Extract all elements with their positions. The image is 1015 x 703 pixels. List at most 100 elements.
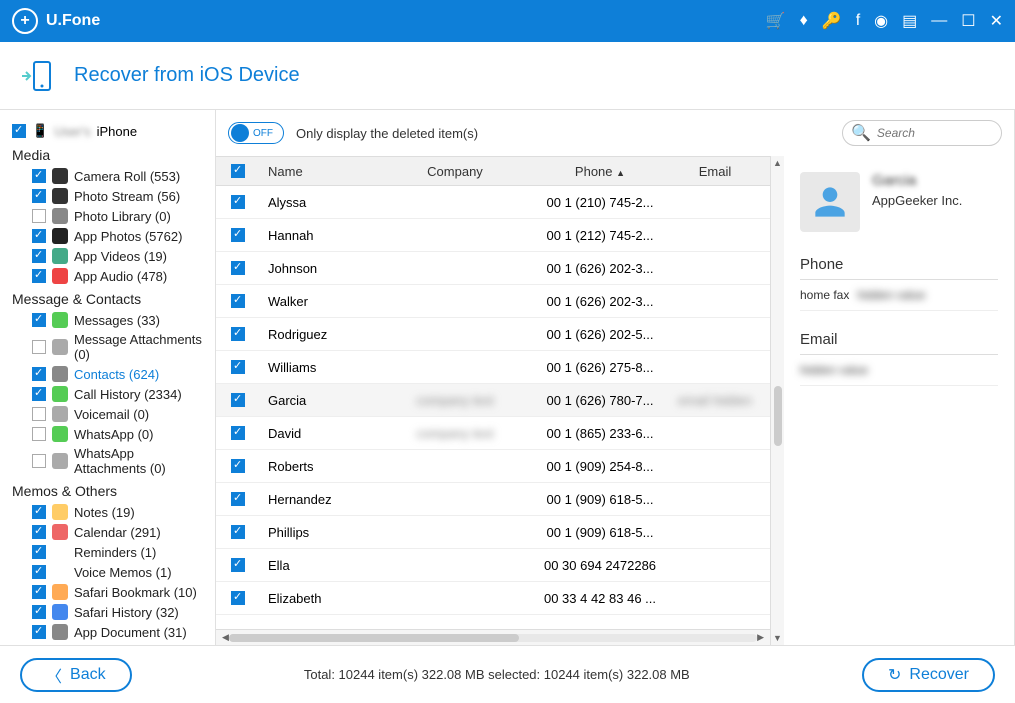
category-icon <box>52 386 68 402</box>
row-checkbox[interactable] <box>231 393 245 407</box>
sidebar-item[interactable]: Message Attachments (0) <box>12 330 205 364</box>
sidebar-item[interactable]: Photo Stream (56) <box>12 186 205 206</box>
sidebar-item[interactable]: App Videos (19) <box>12 246 205 266</box>
sidebar-item[interactable]: Safari History (32) <box>12 602 205 622</box>
table-row[interactable]: Williams00 1 (626) 275-8... <box>216 351 770 384</box>
detail-company: AppGeeker Inc. <box>872 193 962 208</box>
search-box[interactable]: 🔍 <box>842 120 1002 146</box>
item-checkbox[interactable] <box>32 340 46 354</box>
diamond-icon[interactable]: ♦ <box>800 12 808 30</box>
sidebar-item-label: Call History (2334) <box>74 387 182 402</box>
sidebar: 📱 User's iPhone MediaCamera Roll (553)Ph… <box>0 110 215 645</box>
search-input[interactable] <box>877 126 993 140</box>
item-checkbox[interactable] <box>32 427 46 441</box>
select-all-checkbox[interactable] <box>231 164 245 178</box>
sidebar-item[interactable]: App Photos (5762) <box>12 226 205 246</box>
sidebar-item[interactable]: App Document (31) <box>12 622 205 642</box>
close-icon[interactable]: ✕ <box>990 11 1003 31</box>
item-checkbox[interactable] <box>32 169 46 183</box>
item-checkbox[interactable] <box>32 209 46 223</box>
row-checkbox[interactable] <box>231 558 245 572</box>
sidebar-item[interactable]: App Audio (478) <box>12 266 205 286</box>
item-checkbox[interactable] <box>32 313 46 327</box>
sidebar-item[interactable]: Messages (33) <box>12 310 205 330</box>
row-checkbox[interactable] <box>231 294 245 308</box>
item-checkbox[interactable] <box>32 525 46 539</box>
social-icon[interactable]: ◉ <box>874 11 888 31</box>
table-row[interactable]: Rodriguez00 1 (626) 202-5... <box>216 318 770 351</box>
sidebar-item[interactable]: Voicemail (0) <box>12 404 205 424</box>
item-checkbox[interactable] <box>32 367 46 381</box>
deleted-only-toggle[interactable]: OFF <box>228 122 284 144</box>
item-checkbox[interactable] <box>32 605 46 619</box>
item-checkbox[interactable] <box>32 625 46 639</box>
item-checkbox[interactable] <box>32 505 46 519</box>
row-checkbox[interactable] <box>231 195 245 209</box>
key-icon[interactable]: 🔑 <box>822 11 842 31</box>
table-row[interactable]: Hannah00 1 (212) 745-2... <box>216 219 770 252</box>
maximize-icon[interactable]: ☐ <box>961 11 975 31</box>
row-checkbox[interactable] <box>231 360 245 374</box>
phone-value: hidden value <box>857 288 925 302</box>
sidebar-item[interactable]: Notes (19) <box>12 502 205 522</box>
sidebar-item[interactable]: Calendar (291) <box>12 522 205 542</box>
sidebar-item-label: Messages (33) <box>74 313 160 328</box>
col-email[interactable]: Email <box>670 164 770 179</box>
row-checkbox[interactable] <box>231 261 245 275</box>
sidebar-item[interactable]: Contacts (624) <box>12 364 205 384</box>
recover-button[interactable]: ↻ Recover <box>862 658 995 692</box>
sidebar-item[interactable]: Safari Bookmark (10) <box>12 582 205 602</box>
titlebar-actions: 🛒 ♦ 🔑 f ◉ ▤ — ☐ ✕ <box>766 11 1003 31</box>
item-checkbox[interactable] <box>32 189 46 203</box>
cell-phone: 00 1 (626) 202-5... <box>530 327 670 342</box>
item-checkbox[interactable] <box>32 229 46 243</box>
device-checkbox[interactable] <box>12 124 26 138</box>
row-checkbox[interactable] <box>231 591 245 605</box>
item-checkbox[interactable] <box>32 249 46 263</box>
item-checkbox[interactable] <box>32 565 46 579</box>
item-checkbox[interactable] <box>32 269 46 283</box>
row-checkbox[interactable] <box>231 228 245 242</box>
row-checkbox[interactable] <box>231 492 245 506</box>
table-row[interactable]: Hernandez00 1 (909) 618-5... <box>216 483 770 516</box>
item-checkbox[interactable] <box>32 407 46 421</box>
feedback-icon[interactable]: ▤ <box>902 11 917 31</box>
table-row[interactable]: Garciacompany text00 1 (626) 780-7...ema… <box>216 384 770 417</box>
sidebar-item[interactable]: Call History (2334) <box>12 384 205 404</box>
minimize-icon[interactable]: — <box>931 12 947 30</box>
item-checkbox[interactable] <box>32 585 46 599</box>
item-checkbox[interactable] <box>32 454 46 468</box>
sidebar-item[interactable]: Camera Roll (553) <box>12 166 205 186</box>
cart-icon[interactable]: 🛒 <box>766 11 786 31</box>
col-company[interactable]: Company <box>380 164 530 179</box>
sidebar-item[interactable]: WhatsApp (0) <box>12 424 205 444</box>
col-phone[interactable]: Phone ▲ <box>530 164 670 179</box>
col-name[interactable]: Name <box>260 164 380 179</box>
row-checkbox[interactable] <box>231 459 245 473</box>
sidebar-item[interactable]: Photo Library (0) <box>12 206 205 226</box>
row-checkbox[interactable] <box>231 525 245 539</box>
back-button[interactable]: 〈 Back <box>20 658 132 692</box>
table-row[interactable]: Davidcompany text00 1 (865) 233-6... <box>216 417 770 450</box>
category-icon <box>52 248 68 264</box>
row-checkbox[interactable] <box>231 327 245 341</box>
toolbar: OFF Only display the deleted item(s) 🔍 <box>216 110 1014 156</box>
section-title: Message & Contacts <box>12 286 205 310</box>
vertical-scrollbar[interactable]: ▲ ▼ <box>770 156 784 645</box>
sidebar-item[interactable]: Voice Memos (1) <box>12 562 205 582</box>
item-checkbox[interactable] <box>32 387 46 401</box>
row-checkbox[interactable] <box>231 426 245 440</box>
sidebar-item[interactable]: Reminders (1) <box>12 542 205 562</box>
facebook-icon[interactable]: f <box>856 12 860 30</box>
table-row[interactable]: Ella00 30 694 2472286 <box>216 549 770 582</box>
sidebar-item[interactable]: WhatsApp Attachments (0) <box>12 444 205 478</box>
table-row[interactable]: Walker00 1 (626) 202-3... <box>216 285 770 318</box>
horizontal-scrollbar[interactable]: ◀ ▶ <box>216 629 770 645</box>
item-checkbox[interactable] <box>32 545 46 559</box>
table-row[interactable]: Phillips00 1 (909) 618-5... <box>216 516 770 549</box>
table-row[interactable]: Elizabeth00 33 4 42 83 46 ... <box>216 582 770 615</box>
device-row[interactable]: 📱 User's iPhone <box>12 120 205 142</box>
table-row[interactable]: Johnson00 1 (626) 202-3... <box>216 252 770 285</box>
table-row[interactable]: Alyssa00 1 (210) 745-2... <box>216 186 770 219</box>
table-row[interactable]: Roberts00 1 (909) 254-8... <box>216 450 770 483</box>
